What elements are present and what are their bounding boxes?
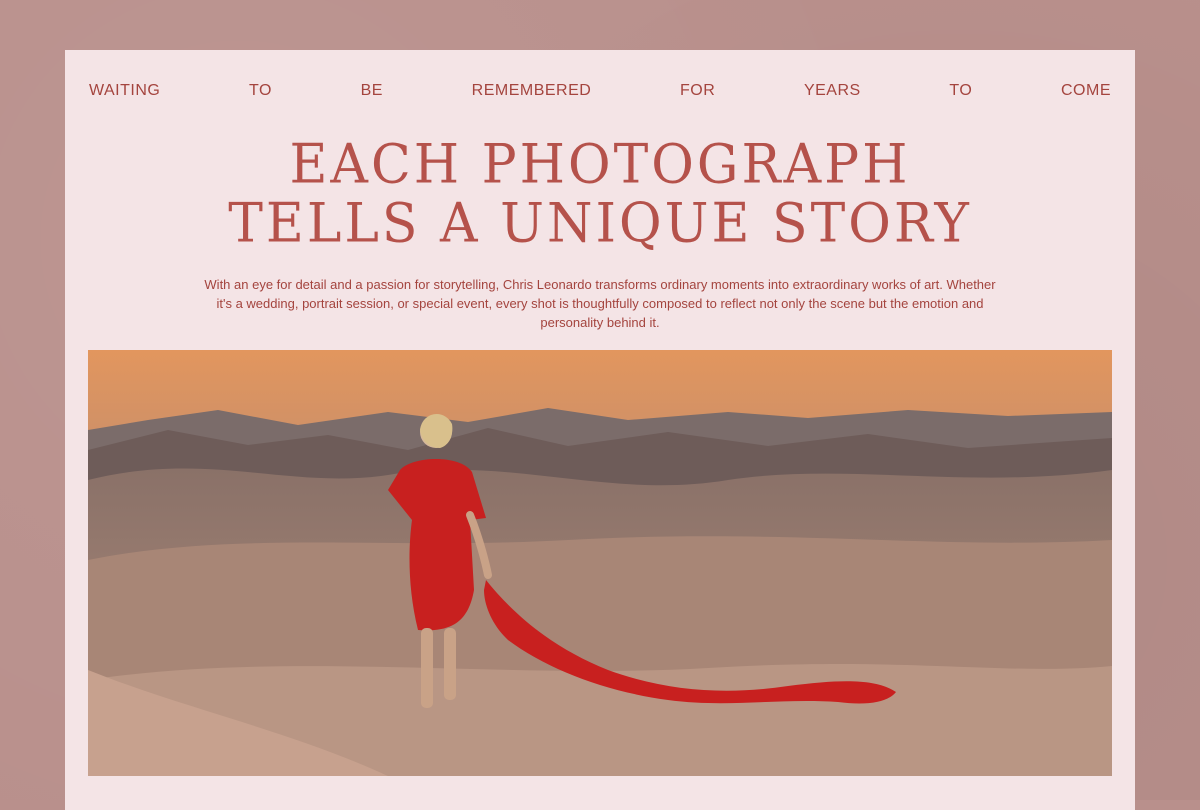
tagline-word: WAITING [89,82,161,99]
desert-photo-illustration [88,350,1112,776]
tagline-word: BE [360,82,383,99]
title-line-2: TELLS A UNIQUE STORY [228,191,972,255]
hero-card: WAITING TO BE REMEMBERED FOR YEARS TO CO… [65,50,1135,810]
title-line-1: EACH PHOTOGRAPH [289,133,911,197]
intro-paragraph: With an eye for detail and a passion for… [204,277,996,330]
tagline-word: TO [949,82,973,99]
tagline-word: REMEMBERED [471,82,592,99]
tagline-word: FOR [680,82,716,99]
hero-photo [88,350,1112,776]
tagline: WAITING TO BE REMEMBERED FOR YEARS TO CO… [89,82,1111,100]
tagline-word: YEARS [803,82,861,99]
tagline-word: COME [1060,82,1111,99]
page-title: EACH PHOTOGRAPH TELLS A UNIQUE STORY [65,135,1135,253]
tagline-word: TO [249,82,272,99]
